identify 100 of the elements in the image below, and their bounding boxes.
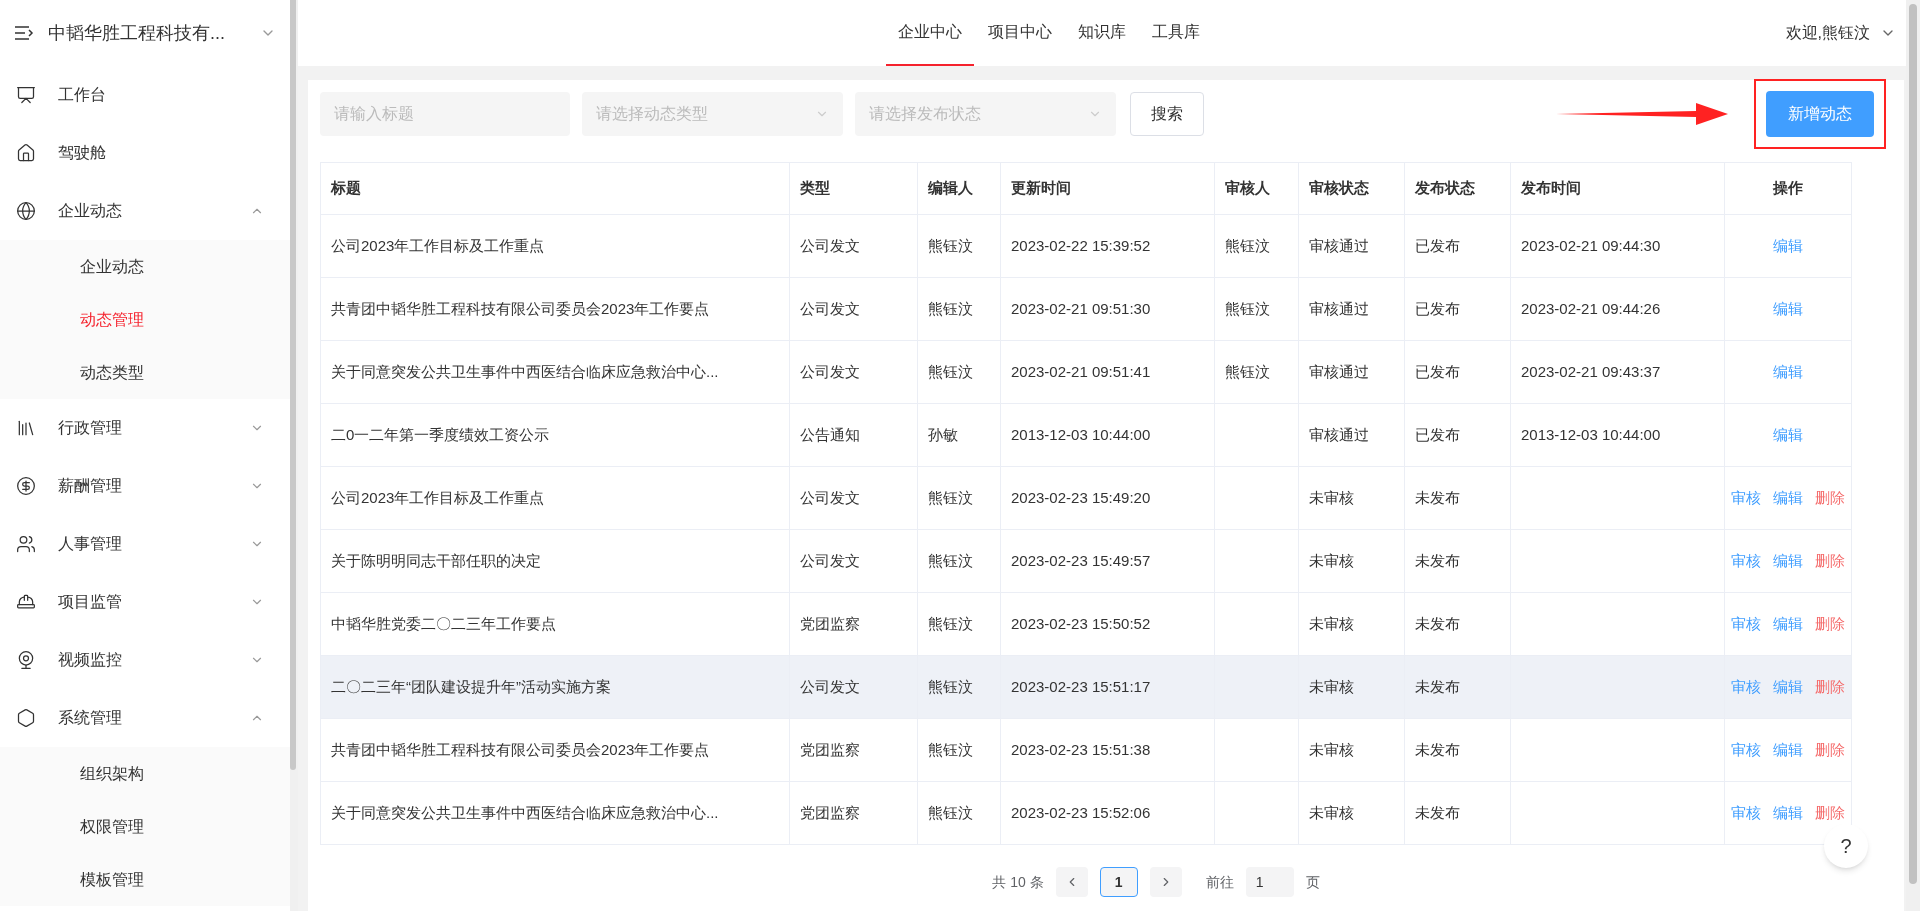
search-button[interactable]: 搜索 bbox=[1130, 92, 1204, 136]
submenu-item[interactable]: 权限管理 bbox=[0, 800, 290, 853]
page-input[interactable]: 1 bbox=[1245, 867, 1294, 897]
table-cell-text: 2023-02-22 15:39:52 bbox=[1011, 235, 1151, 256]
column-header: 类型 bbox=[790, 163, 918, 214]
sidebar-item[interactable]: 行政管理 bbox=[0, 399, 290, 457]
table-cell-text: 2023-02-23 15:51:38 bbox=[1011, 739, 1151, 760]
table-cell-text: 孙敏 bbox=[928, 424, 958, 445]
table-cell-text: 共青团中韬华胜工程科技有限公司委员会2023年工作要点 bbox=[331, 298, 710, 319]
table-cell-text: 熊钰汶 bbox=[928, 802, 973, 823]
sidebar-item[interactable]: 系统管理 bbox=[0, 689, 290, 747]
menu-icon[interactable] bbox=[14, 25, 34, 41]
table-cell-text: 熊钰汶 bbox=[928, 235, 973, 256]
sidebar-item[interactable]: 人事管理 bbox=[0, 515, 290, 573]
table-cell-text: 熊钰汶 bbox=[928, 676, 973, 697]
table-cell-text: 中韬华胜党委二〇二三年工作要点 bbox=[331, 613, 556, 634]
table-cell-text: 未发布 bbox=[1415, 676, 1460, 697]
nav-tab[interactable]: 知识库 bbox=[1066, 0, 1138, 66]
table-cell-text: 2023-02-21 09:51:41 bbox=[1011, 361, 1151, 382]
table-cell-text: 熊钰汶 bbox=[928, 487, 973, 508]
next-page-button[interactable] bbox=[1149, 867, 1182, 897]
sidebar-item[interactable]: 薪酬管理 bbox=[0, 457, 290, 515]
sidebar-item[interactable]: 视频监控 bbox=[0, 631, 290, 689]
table-cell-text: 未发布 bbox=[1415, 739, 1460, 760]
column-header: 发布状态 bbox=[1405, 163, 1511, 214]
sidebar-item[interactable]: 驾驶舱 bbox=[0, 124, 290, 182]
coin-icon bbox=[16, 476, 36, 496]
table-cell-text: 2023-02-23 15:52:06 bbox=[1011, 802, 1151, 823]
table-cell-text: 2023-02-21 09:44:30 bbox=[1521, 235, 1661, 256]
table-cell-text: 公司2023年工作目标及工作重点 bbox=[331, 487, 545, 508]
table-cell-text: 已发布 bbox=[1415, 235, 1460, 256]
table-cell-text: 公告通知 bbox=[800, 424, 860, 445]
globe-icon bbox=[16, 201, 36, 221]
sidebar-item[interactable]: 企业动态 bbox=[0, 182, 290, 240]
submenu-item[interactable]: 动态类型 bbox=[0, 346, 290, 399]
table-cell-text: 2023-02-23 15:51:17 bbox=[1011, 676, 1151, 697]
sidebar-item[interactable]: 工作台 bbox=[0, 66, 290, 124]
table-cell-text: 审核通过 bbox=[1309, 298, 1369, 319]
table-cell-text: 审核通过 bbox=[1309, 235, 1369, 256]
table-cell-text: 2023-02-21 09:51:30 bbox=[1011, 298, 1151, 319]
books-icon bbox=[16, 418, 36, 438]
sidebar-item[interactable]: 项目监管 bbox=[0, 573, 290, 631]
table-cell-text: 党团监察 bbox=[800, 613, 860, 634]
table-cell-text: 熊钰汶 bbox=[928, 739, 973, 760]
column-header: 发布时间 bbox=[1511, 163, 1725, 214]
table-cell-text: 熊钰汶 bbox=[928, 613, 973, 634]
table-cell-text: 熊钰汶 bbox=[928, 361, 973, 382]
table-cell-text: 2023-02-23 15:49:57 bbox=[1011, 550, 1151, 571]
table-cell-text: 审核通过 bbox=[1309, 424, 1369, 445]
table-cell-text: 共青团中韬华胜工程科技有限公司委员会2023年工作要点 bbox=[331, 739, 710, 760]
table-cell-text: 未发布 bbox=[1415, 550, 1460, 571]
table-cell-text: 未审核 bbox=[1309, 739, 1354, 760]
page-unit: 页 bbox=[1305, 872, 1320, 892]
table-cell-text: 公司发文 bbox=[800, 235, 860, 256]
submenu-item[interactable]: 组织架构 bbox=[0, 747, 290, 800]
table-cell-text: 未审核 bbox=[1309, 802, 1354, 823]
table-cell-text: 未发布 bbox=[1415, 613, 1460, 634]
hexagon-icon bbox=[16, 708, 36, 728]
table-row[interactable]: 二0一二年第一季度绩效工资公示 公告通知 孙敏 2013-12-03 10:44:00 审核通过 已发布 2013-12-03 10:44:00 编辑 bbox=[321, 404, 1852, 467]
table-cell-text: 2013-12-03 10:44:00 bbox=[1521, 424, 1661, 445]
table-row[interactable]: 公司2023年工作目标及工作重点 公司发文 熊钰汶 2023-02-22 15:39:52 熊钰汶 审核通过 已发布 2023-02-21 09:44:30 编辑 bbox=[321, 215, 1852, 278]
table-cell-text: 公司发文 bbox=[800, 550, 860, 571]
submenu-item[interactable]: 企业动态 bbox=[0, 240, 290, 293]
table-cell-text: 关于同意突发公共卫生事件中西医结合临床应急救治中心... bbox=[331, 802, 719, 823]
table-cell-text: 熊钰汶 bbox=[1225, 361, 1270, 382]
prev-page-button[interactable] bbox=[1055, 867, 1088, 897]
table-row[interactable]: 共青团中韬华胜工程科技有限公司委员会2023年工作要点 公司发文 熊钰汶 2023-02-21 09:51:30 熊钰汶 审核通过 已发布 2023-02-21 09:44:26 编辑 bbox=[321, 278, 1852, 341]
table-cell-text: 关于同意突发公共卫生事件中西医结合临床应急救治中心... bbox=[331, 361, 719, 382]
table-cell-text: 2023-02-21 09:43:37 bbox=[1521, 361, 1661, 382]
page-button[interactable]: 1 bbox=[1099, 867, 1138, 897]
home-icon bbox=[16, 143, 36, 163]
table-cell-text: 党团监察 bbox=[800, 802, 860, 823]
table-cell-text: 已发布 bbox=[1415, 424, 1460, 445]
table-cell-text: 公司发文 bbox=[800, 361, 860, 382]
column-header: 审核人 bbox=[1215, 163, 1299, 214]
submenu-item[interactable]: 模板管理 bbox=[0, 853, 290, 906]
table-cell-text: 公司发文 bbox=[800, 676, 860, 697]
table-cell-text: 未发布 bbox=[1415, 487, 1460, 508]
column-header: 标题 bbox=[321, 163, 790, 214]
submenu-item[interactable]: 动态管理 bbox=[0, 293, 290, 346]
table-cell-text: 熊钰汶 bbox=[928, 298, 973, 319]
table-cell-text: 二〇二三年“团队建设提升年”活动实施方案 bbox=[331, 676, 611, 697]
nav-tab[interactable]: 工具库 bbox=[1140, 0, 1212, 66]
table-cell-text: 2023-02-23 15:49:20 bbox=[1011, 487, 1151, 508]
table-cell-text: 2023-02-21 09:44:26 bbox=[1521, 298, 1661, 319]
table-row[interactable]: 关于同意突发公共卫生事件中西医结合临床应急救治中心... 公司发文 熊钰汶 2023-02-21 09:51:41 熊钰汶 审核通过 已发布 2023-02-21 09:43:37 编辑 bbox=[321, 341, 1852, 404]
table-cell-text: 熊钰汶 bbox=[928, 550, 973, 571]
title-input[interactable]: 请输入标题 bbox=[320, 92, 570, 136]
goto-label: 前往 bbox=[1205, 872, 1234, 892]
column-header: 编辑人 bbox=[918, 163, 1001, 214]
column-header: 操作 bbox=[1725, 163, 1852, 214]
table-cell-text: 未审核 bbox=[1309, 487, 1354, 508]
table-cell-text: 未发布 bbox=[1415, 802, 1460, 823]
table-cell-text: 未审核 bbox=[1309, 613, 1354, 634]
table-cell-text: 公司发文 bbox=[800, 487, 860, 508]
user-greeting[interactable]: 欢迎,熊钰汶 bbox=[1785, 21, 1870, 45]
table-cell-text: 审核通过 bbox=[1309, 361, 1369, 382]
nav-tab[interactable]: 项目中心 bbox=[976, 0, 1064, 66]
table-cell-text: 已发布 bbox=[1415, 361, 1460, 382]
total-count: 共 10 条 bbox=[992, 872, 1044, 892]
